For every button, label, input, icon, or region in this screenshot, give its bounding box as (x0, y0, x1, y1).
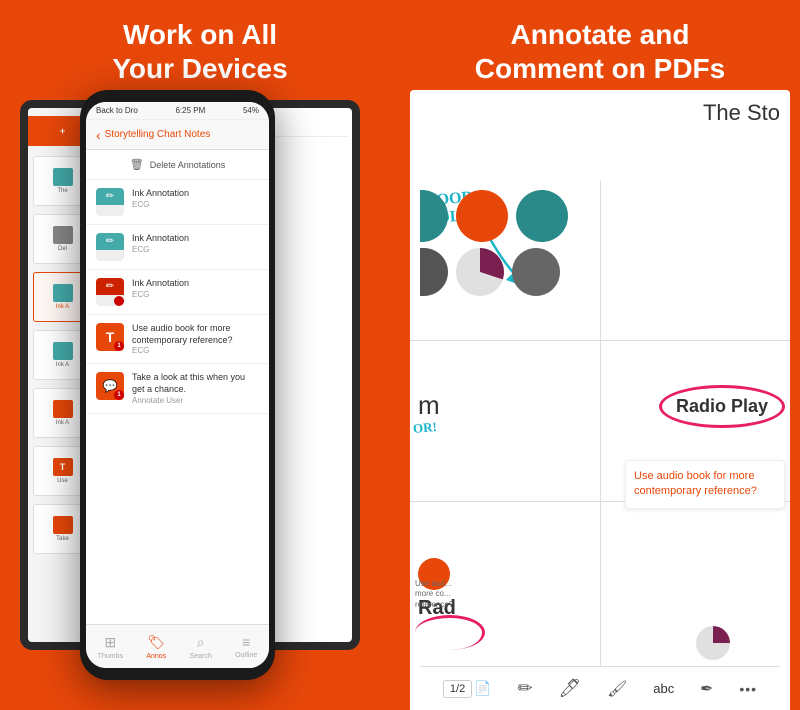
badge: 1 (114, 341, 124, 351)
outline-label: Outline (235, 652, 257, 659)
radio-play-container: Radio Play (639, 380, 785, 433)
right-panel-title: Annotate and Comment on PDFs (475, 18, 725, 85)
thumbs-icon: ⊞ (104, 634, 116, 651)
bottom-text-partial: Use aud...more co...reference? (415, 579, 453, 610)
annos-label: Annos (146, 653, 166, 660)
list-item-content: Use audio book for more contemporary ref… (132, 323, 259, 355)
list-item-sub: ECG (132, 200, 259, 209)
page-indicator: 1/2 📄 (443, 680, 492, 698)
list-item-title: Ink Annotation (132, 188, 259, 200)
search-label: Search (190, 653, 212, 660)
circle-dark-gray (512, 248, 560, 296)
list-item-content: Ink Annotation ECG (132, 233, 259, 254)
delete-annotations-label[interactable]: Delete Annotations (150, 160, 226, 170)
pdf-title-partial: The Sto (703, 100, 780, 126)
phone-time: 6:25 PM (175, 106, 205, 115)
more-tools[interactable]: ••• (739, 681, 757, 697)
tab-annos[interactable]: 🏷 Annos (146, 634, 166, 660)
bottom-pie-small (696, 626, 730, 660)
badge (114, 296, 124, 306)
list-item-sub: ECG (132, 290, 259, 299)
highlight-tool[interactable]: ✏ (518, 678, 533, 699)
list-item[interactable]: ✏ Ink Annotation ECG (86, 180, 269, 225)
or-annotation: OR! (412, 419, 437, 437)
list-item[interactable]: 💬 1 Take a look at this when you get a c… (86, 364, 269, 413)
pdf-toolbar: 1/2 📄 ✏ 🖊 🖌 abc (420, 666, 780, 710)
list-item-content: Take a look at this when you get a chanc… (132, 372, 259, 404)
pencil-tool[interactable]: ✒ (700, 679, 713, 699)
delete-icon: 🗑 (130, 158, 144, 172)
phone-action-bar[interactable]: 🗑 Delete Annotations (86, 150, 269, 180)
text-annotation-icon: T 1 (96, 323, 124, 351)
list-item[interactable]: T 1 Use audio book for more contemporary… (86, 315, 269, 364)
phone-status-bar: Back to Dro 6:25 PM 54% (86, 102, 269, 120)
thumbs-label: Thumbs (98, 653, 123, 660)
phone-tab-bar: ⊞ Thumbs 🏷 Annos ⌕ Search ≡ (86, 624, 269, 668)
search-icon: ⌕ (197, 634, 205, 651)
list-item-title: Take a look at this when you get a chanc… (132, 372, 259, 395)
radio-play-label: Radio Play (659, 385, 785, 428)
list-item-sub: ECG (132, 245, 259, 254)
tab-outline[interactable]: ≡ Outline (235, 634, 257, 659)
list-item-content: Ink Annotation ECG (132, 278, 259, 299)
comment-icon: 💬 1 (96, 372, 124, 400)
pdf-content: GOODCOLOR! The Sto (410, 90, 790, 710)
phone-battery: 54% (243, 106, 259, 115)
circles-row-2 (420, 248, 785, 296)
annotation-icon: ✏ (96, 278, 124, 306)
pdf-area: GOODCOLOR! The Sto (400, 90, 800, 710)
phone-annotations-list: ✏ Ink Annotation ECG (86, 180, 269, 624)
annos-icon: 🏷 (147, 634, 165, 651)
circles-grid (410, 190, 790, 296)
left-panel-title: Work on All Your Devices (112, 18, 287, 85)
list-item-sub: ECG (132, 346, 259, 355)
list-item-title: Ink Annotation (132, 233, 259, 245)
tab-search[interactable]: ⌕ Search (190, 634, 212, 660)
annotation-comment-box: Use audio book for more contemporary ref… (625, 460, 785, 509)
marker-tool[interactable]: 🖌 (607, 679, 627, 699)
tab-thumbs[interactable]: ⊞ Thumbs (98, 634, 123, 660)
phone-nav-title: Storytelling Chart Notes (105, 129, 211, 140)
annotation-icon: ✏ (96, 233, 124, 261)
back-arrow-icon[interactable]: ‹ (96, 127, 101, 143)
pdf-letter-m: m (418, 390, 440, 421)
back-to-dropbox-label: Back to Dro (96, 106, 138, 115)
circle-partial (420, 190, 448, 242)
outline-icon: ≡ (242, 634, 250, 650)
phone-device: Back to Dro 6:25 PM 54% ‹ Storytelling C… (80, 90, 275, 680)
text-tool[interactable]: abc (653, 681, 674, 696)
circles-row-1 (420, 190, 785, 242)
list-item-sub: Annotate User (132, 396, 259, 405)
list-item[interactable]: ✏ Ink Annotation ECG (86, 225, 269, 270)
circle-pie (456, 248, 504, 296)
circle-orange (456, 190, 508, 242)
annotation-icon: ✏ (96, 188, 124, 216)
list-item-content: Ink Annotation ECG (132, 188, 259, 209)
list-item-title: Ink Annotation (132, 278, 259, 290)
pdf-document: GOODCOLOR! The Sto (410, 90, 790, 710)
list-item[interactable]: ✏ Ink Annotation ECG (86, 270, 269, 315)
pen-tool[interactable]: 🖊 (558, 678, 581, 699)
device-area: + The Del Ink A (0, 90, 400, 710)
radio-arc (415, 615, 485, 650)
list-item-title: Use audio book for more contemporary ref… (132, 323, 259, 346)
circle-gray-partial (420, 248, 448, 296)
circle-teal (516, 190, 568, 242)
right-panel: Annotate and Comment on PDFs GOODCOLOR! (400, 0, 800, 710)
annotation-comment-text: Use audio book for more contemporary ref… (634, 469, 776, 500)
phone-nav-bar: ‹ Storytelling Chart Notes (86, 120, 269, 150)
app-container: Work on All Your Devices + The (0, 0, 800, 710)
left-panel: Work on All Your Devices + The (0, 0, 400, 710)
phone-screen: Back to Dro 6:25 PM 54% ‹ Storytelling C… (86, 102, 269, 668)
